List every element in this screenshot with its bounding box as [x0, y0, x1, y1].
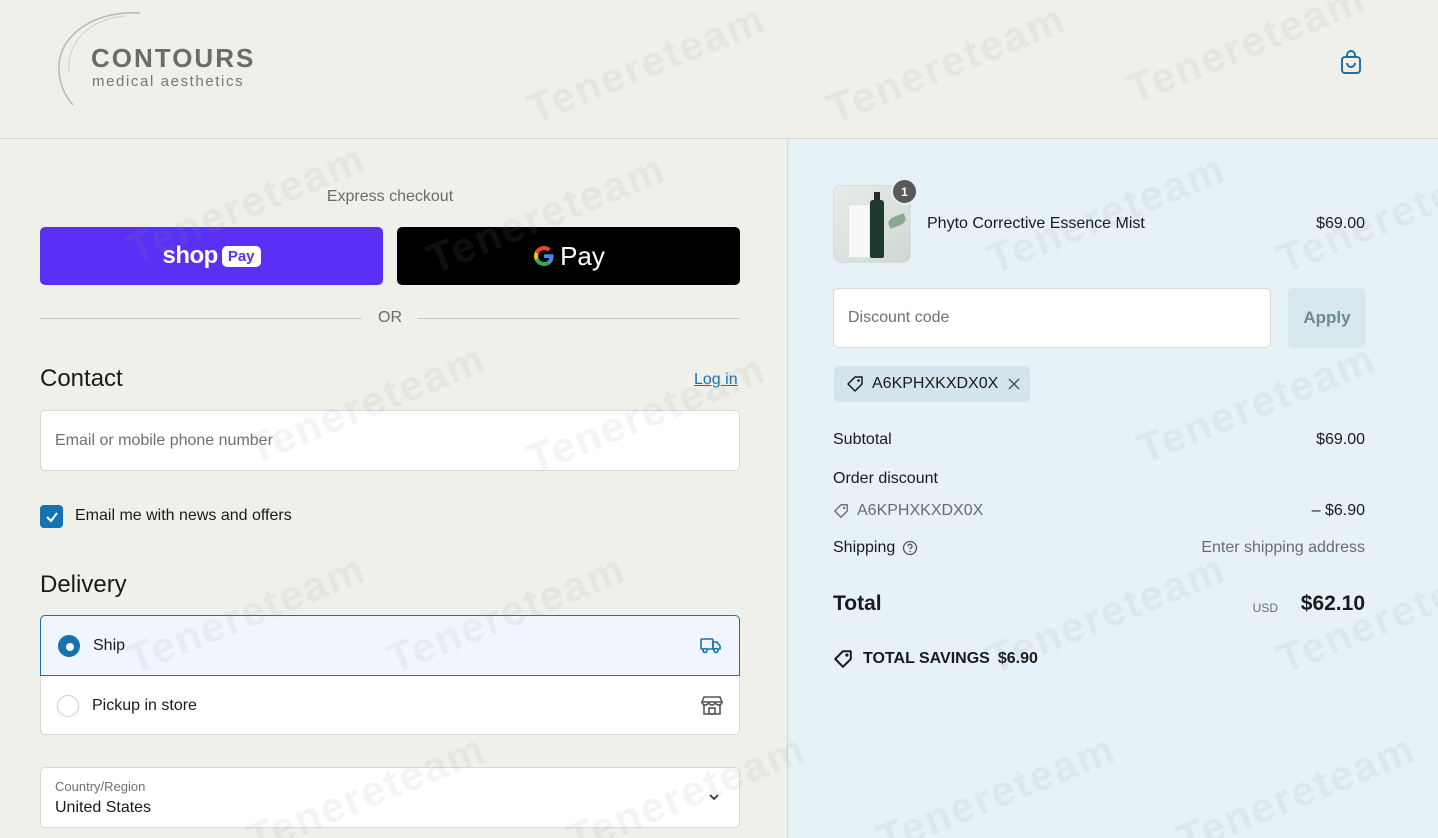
help-circle-icon[interactable]: [902, 540, 918, 556]
discount-code-input[interactable]: [833, 288, 1271, 348]
or-divider-right: [418, 318, 740, 319]
cart-button[interactable]: [1336, 46, 1366, 78]
google-pay-button[interactable]: Pay: [397, 227, 740, 285]
ship-radio[interactable]: [58, 635, 80, 657]
delivery-option-pickup[interactable]: Pickup in store: [40, 676, 740, 735]
total-currency: USD: [1252, 601, 1278, 615]
order-discount-code-text: A6KPHXKXDX0X: [857, 502, 984, 519]
google-g-icon: [534, 246, 554, 266]
country-label: Country/Region: [55, 779, 146, 794]
shop-pay-pill: Pay: [221, 245, 261, 267]
product-leaf: [886, 213, 908, 229]
total-value: $62.10: [1300, 592, 1365, 615]
applied-discount-chip: A6KPHXKXDX0X: [834, 366, 1030, 402]
express-checkout-title: Express checkout: [326, 188, 454, 205]
order-discount-label: Order discount: [833, 470, 938, 487]
country-value: United States: [55, 799, 152, 816]
savings-value: $6.90: [997, 650, 1038, 667]
savings-tag-icon: [834, 650, 852, 668]
subtotal-label: Subtotal: [833, 431, 892, 448]
quantity-badge: 1: [891, 178, 918, 205]
shipping-value: Enter shipping address: [1201, 539, 1365, 556]
total-label: Total: [833, 592, 882, 615]
apply-discount-button[interactable]: Apply: [1288, 288, 1366, 348]
brand-logo[interactable]: CONTOURS medical aesthetics: [55, 10, 315, 110]
login-link[interactable]: Log in: [694, 371, 738, 389]
close-icon: [1008, 378, 1020, 390]
delivery-title: Delivery: [40, 571, 127, 598]
shop-pay-button[interactable]: shop Pay: [40, 227, 383, 285]
truck-icon: [700, 638, 721, 654]
shopping-bag-icon: [1341, 50, 1361, 74]
remove-discount-button[interactable]: [1008, 378, 1020, 390]
order-discount-code: A6KPHXKXDX0X: [833, 502, 983, 520]
brand-tagline: medical aesthetics: [92, 73, 245, 90]
product-box-shape: [848, 204, 870, 258]
applied-discount-code: A6KPHXKXDX0X: [872, 375, 999, 392]
store-icon: [701, 696, 723, 715]
check-icon: [45, 511, 58, 523]
chevron-down-icon: [709, 794, 719, 801]
email-input[interactable]: [40, 410, 740, 471]
pickup-radio[interactable]: [57, 695, 79, 717]
shipping-label: Shipping: [833, 539, 896, 556]
subtotal-value: $69.00: [1316, 431, 1365, 448]
ship-label: Ship: [93, 637, 126, 654]
or-divider-left: [40, 318, 362, 319]
product-name: Phyto Corrective Essence Mist: [927, 215, 1145, 232]
tag-icon: [834, 504, 848, 518]
tag-icon: [847, 376, 863, 392]
product-price: $69.00: [1316, 215, 1365, 232]
pickup-label: Pickup in store: [92, 697, 197, 714]
google-pay-word: Pay: [560, 240, 605, 271]
header: CONTOURS medical aesthetics: [0, 0, 1438, 139]
checkout-form: Express checkout shop Pay Pay OR Contact…: [0, 140, 787, 838]
brand-name: CONTOURS: [91, 43, 256, 73]
newsletter-checkbox[interactable]: [40, 505, 63, 528]
contact-title: Contact: [40, 365, 123, 392]
shop-pay-word: shop: [162, 242, 218, 269]
newsletter-label: Email me with news and offers: [75, 507, 292, 524]
order-summary: 1 Phyto Corrective Essence Mist $69.00 A…: [787, 140, 1438, 838]
total-savings: TOTAL SAVINGS $6.90: [833, 649, 1038, 669]
product-bottle: [870, 200, 884, 258]
country-select[interactable]: Country/Region United States: [40, 767, 740, 828]
delivery-option-ship[interactable]: Ship: [40, 615, 740, 676]
savings-label: TOTAL SAVINGS: [863, 650, 990, 667]
order-discount-value: – $6.90: [1311, 502, 1365, 519]
shipping-row-label: Shipping: [833, 539, 918, 557]
or-separator: OR: [378, 309, 402, 326]
